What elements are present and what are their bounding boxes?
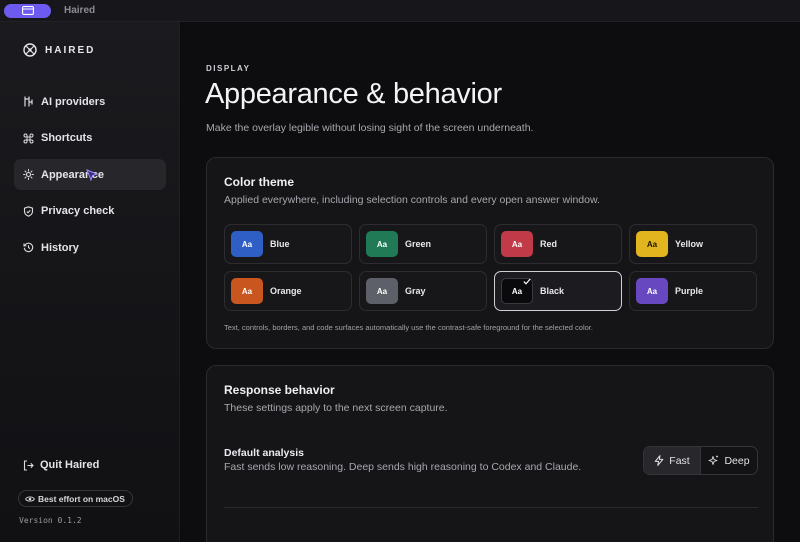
analysis-option-label: Fast	[669, 454, 690, 467]
quit-button[interactable]: Quit Haired	[23, 459, 99, 471]
swatch-chip: Aa	[366, 231, 398, 257]
sign-out-icon	[23, 459, 34, 471]
swatch-chip-selected: Aa	[501, 278, 533, 304]
sidebar-item-history[interactable]: History	[14, 232, 166, 263]
app-version: Version 0.1.2	[19, 516, 82, 525]
swatch-green[interactable]: Aa Green	[359, 224, 487, 264]
sidebar-item-label: Shortcuts	[41, 132, 93, 144]
sidebar-item-appearance[interactable]: Appearance	[14, 159, 166, 190]
brand-name: HAIRED	[45, 44, 96, 56]
sidebar-nav: AI providers Shortcuts Appearance Privac…	[14, 86, 166, 269]
shield-check-icon	[23, 205, 34, 217]
swatch-chip: Aa	[636, 231, 668, 257]
swatch-label: Yellow	[675, 239, 704, 249]
providers-icon	[24, 96, 33, 107]
swatch-chip: Aa	[636, 278, 668, 304]
sun-icon	[23, 169, 34, 180]
color-theme-card: Color theme Applied everywhere, includin…	[206, 157, 774, 349]
platform-support-label: Best effort on macOS	[38, 493, 125, 504]
swatch-label: Black	[540, 286, 565, 296]
swatch-orange[interactable]: Aa Orange	[224, 271, 352, 311]
brand: HAIRED	[23, 43, 95, 57]
page-subtitle: Make the overlay legible without losing …	[206, 122, 534, 134]
title-bar: Haired	[0, 0, 800, 22]
main-content: DISPLAY Appearance & behavior Make the o…	[181, 22, 800, 542]
window-icon	[21, 6, 34, 15]
swatch-black[interactable]: Aa Black	[494, 271, 622, 311]
color-theme-title: Color theme	[224, 175, 295, 189]
color-swatch-grid: Aa Blue Aa Green Aa Red Aa Yellow Aa Ora…	[224, 224, 759, 311]
section-eyebrow: DISPLAY	[206, 64, 251, 73]
command-icon	[23, 133, 34, 143]
swatch-chip: Aa	[366, 278, 398, 304]
sidebar-item-label: AI providers	[41, 95, 106, 108]
swatch-blue[interactable]: Aa Blue	[224, 224, 352, 264]
swatch-label: Red	[540, 239, 558, 249]
swatch-chip: Aa	[231, 278, 263, 304]
swatch-label: Blue	[270, 239, 290, 249]
swatch-gray[interactable]: Aa Gray	[359, 271, 487, 311]
window-title: Haired	[64, 5, 96, 16]
default-analysis-title: Default analysis	[224, 447, 304, 459]
analysis-option-deep[interactable]: Deep	[701, 447, 757, 474]
sidebar-item-ai-providers[interactable]: AI providers	[14, 86, 166, 117]
color-theme-subtitle: Applied everywhere, including selection …	[224, 194, 600, 206]
analysis-option-label: Deep	[724, 454, 750, 467]
response-behavior-card: Response behavior These settings apply t…	[206, 365, 774, 542]
swatch-label: Gray	[405, 286, 426, 296]
pointer-cursor-icon	[86, 169, 98, 181]
brand-logo-icon	[23, 43, 37, 57]
analysis-mode-toggle: Fast Deep	[643, 446, 758, 475]
sidebar-item-label: History	[41, 241, 79, 254]
swatch-label: Purple	[675, 286, 704, 296]
quit-label: Quit Haired	[40, 459, 100, 471]
sidebar: HAIRED AI providers Shortcuts Appearance…	[0, 22, 180, 542]
swatch-label: Green	[405, 239, 432, 249]
checkmark-icon	[523, 278, 531, 285]
sparkles-icon	[708, 455, 719, 465]
eye-icon	[25, 495, 35, 502]
response-behavior-title: Response behavior	[224, 383, 335, 397]
swatch-red[interactable]: Aa Red	[494, 224, 622, 264]
swatch-chip: Aa	[501, 231, 533, 257]
default-analysis-description: Fast sends low reasoning. Deep sends hig…	[224, 461, 582, 473]
lightning-icon	[654, 455, 664, 466]
swatch-chip-text: Aa	[511, 286, 523, 296]
sidebar-item-shortcuts[interactable]: Shortcuts	[14, 123, 166, 154]
page-title: Appearance & behavior	[205, 78, 502, 110]
color-theme-note: Text, controls, borders, and code surfac…	[224, 323, 593, 332]
swatch-yellow[interactable]: Aa Yellow	[629, 224, 757, 264]
swatch-chip: Aa	[231, 231, 263, 257]
platform-support-badge: Best effort on macOS	[18, 490, 133, 507]
swatch-purple[interactable]: Aa Purple	[629, 271, 757, 311]
window-mode-button[interactable]	[4, 3, 51, 18]
sidebar-item-privacy-check[interactable]: Privacy check	[14, 196, 166, 227]
analysis-option-fast[interactable]: Fast	[644, 447, 701, 474]
swatch-label: Orange	[270, 286, 302, 296]
response-behavior-subtitle: These settings apply to the next screen …	[224, 402, 448, 414]
sidebar-item-label: Privacy check	[41, 205, 115, 217]
history-icon	[23, 242, 34, 253]
section-divider	[224, 507, 758, 508]
